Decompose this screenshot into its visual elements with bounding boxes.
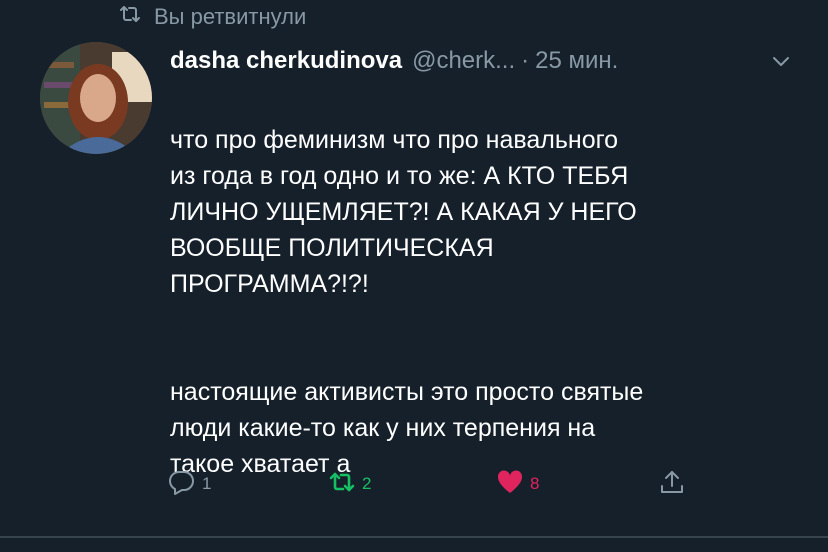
tweet[interactable]: Вы ретвитнули dasha cherkudinova @cherk.… (0, 0, 828, 536)
retweet-context: Вы ретвитнули (118, 4, 306, 30)
retweet-button[interactable]: 2 (328, 466, 371, 502)
tweet-text-paragraph: что про феминизм что про навального из г… (170, 126, 637, 298)
tweet-header: dasha cherkudinova @cherk... · 25 мин. (170, 44, 800, 78)
retweet-context-text: Вы ретвитнули (154, 4, 307, 29)
share-icon (658, 468, 686, 501)
tweet-actions: 1 2 8 (168, 466, 728, 502)
reply-icon (168, 468, 196, 501)
share-button[interactable] (658, 466, 686, 502)
separator-dot: · (521, 47, 530, 74)
avatar-image (40, 42, 152, 154)
tweet-timestamp[interactable]: 25 мин. (535, 47, 618, 75)
author-display-name[interactable]: dasha cherkudinova (170, 47, 402, 75)
chevron-down-icon[interactable] (770, 50, 792, 72)
heart-icon (496, 468, 524, 501)
retweet-count: 2 (362, 474, 372, 493)
tweet-text: что про феминизм что про навального из г… (170, 86, 790, 518)
reply-count: 1 (202, 474, 212, 493)
avatar[interactable] (40, 42, 152, 154)
reply-button[interactable]: 1 (168, 466, 211, 502)
like-count: 8 (530, 474, 540, 493)
retweet-icon (328, 468, 356, 501)
author-handle[interactable]: @cherk... (412, 47, 515, 75)
divider (0, 536, 828, 538)
like-button[interactable]: 8 (496, 466, 539, 502)
retweet-context-icon (118, 2, 142, 32)
